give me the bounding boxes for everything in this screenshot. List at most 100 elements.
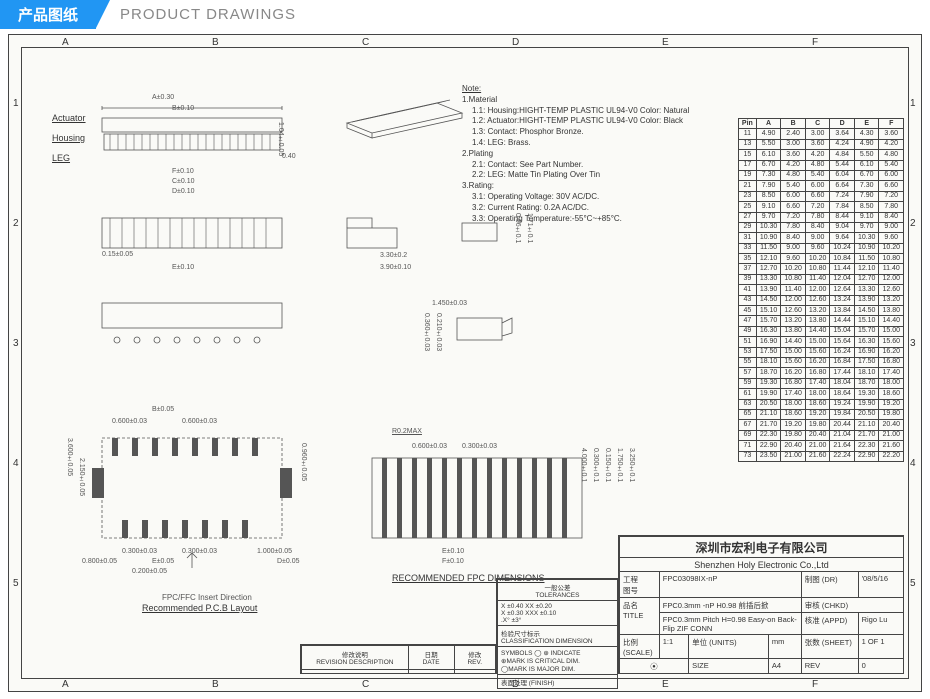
note-m11: 1.1: Housing:HIGHT-TEMP PLASTIC UL94-V0 …: [472, 106, 732, 117]
pin-td: 13.80: [781, 326, 806, 336]
pin-td: 19.90: [854, 399, 879, 409]
tol-head: 一般公差 TOLERANCES: [498, 580, 618, 601]
size-v: A4: [768, 659, 801, 674]
table-row: 3512.109.6010.2010.8411.5010.80: [738, 254, 903, 264]
zone-col: B: [212, 679, 219, 690]
pin-td: 19.24: [830, 399, 855, 409]
scale-l: 比例 (SCALE): [620, 635, 660, 659]
dim-b: B±0.10: [172, 105, 194, 112]
zone-col: E: [662, 37, 669, 48]
pin-td: 19.80: [879, 409, 904, 419]
dim-3250: 3.250±0.1: [628, 448, 635, 482]
pin-td: 10.90: [756, 233, 781, 243]
pin-td: 55: [738, 357, 756, 367]
pin-td: 29: [738, 222, 756, 232]
table-row: 6521.1018.6019.2019.8420.5019.80: [738, 409, 903, 419]
pin-td: 8.44: [830, 212, 855, 222]
pin-td: 13.84: [830, 306, 855, 316]
zone-col: F: [812, 37, 818, 48]
pin-td: 19.84: [830, 409, 855, 419]
zone-row: 3: [13, 338, 19, 349]
pin-td: 25: [738, 202, 756, 212]
pin-td: 13.90: [756, 285, 781, 295]
header-sub-en: PRODUCT DRAWINGS: [120, 6, 296, 23]
pin-td: 16.30: [756, 326, 781, 336]
dim-0210: 0.210±0.03: [435, 313, 442, 351]
pin-td: 8.40: [781, 233, 806, 243]
zone-col: C: [362, 679, 369, 690]
pin-td: 19.30: [854, 389, 879, 399]
pin-td: 5.50: [854, 150, 879, 160]
pin-td: 14.44: [830, 316, 855, 326]
pin-dimension-table: PinABCDEF 114.902.403.003.644.303.60135.…: [738, 118, 904, 462]
pin-td: 5.40: [879, 160, 904, 170]
sheet-v: 1 OF 1: [858, 635, 903, 659]
pin-td: 20.50: [854, 409, 879, 419]
pin-td: 12.60: [879, 285, 904, 295]
dim-a: A±0.30: [152, 94, 174, 101]
date-l: 制图 (DR): [801, 572, 858, 598]
pin-td: 10.80: [781, 274, 806, 284]
pin-td: 9.64: [830, 233, 855, 243]
pin-td: 12.60: [805, 295, 830, 305]
unit-v: mm: [768, 635, 801, 659]
pin-td: 14.50: [756, 295, 781, 305]
rec-pcb: Recommended P.C.B Layout: [142, 603, 257, 613]
table-row: 7122.9020.4021.0021.6422.3021.60: [738, 441, 903, 451]
table-row: 4314.5012.0012.6013.2413.9013.20: [738, 295, 903, 305]
pin-td: 22.20: [879, 451, 904, 461]
table-row: 5718.7016.2016.8017.4418.1017.40: [738, 368, 903, 378]
table-row: 156.103.604.204.845.504.80: [738, 150, 903, 160]
pin-td: 6.70: [756, 160, 781, 170]
pin-td: 61: [738, 389, 756, 399]
tolerance-block: 一般公差 TOLERANCES X ±0.40 XX ±0.20X ±0.30 …: [496, 578, 618, 674]
pin-td: 16.80: [781, 378, 806, 388]
pin-td: 12.60: [781, 306, 806, 316]
pin-td: 14.40: [805, 326, 830, 336]
pin-td: 53: [738, 347, 756, 357]
dim-040: 0.40: [282, 153, 296, 160]
pin-td: 15.70: [854, 326, 879, 336]
pin-td: 11.50: [854, 254, 879, 264]
pin-td: 16.20: [805, 357, 830, 367]
pin-td: 63: [738, 399, 756, 409]
appd-l: 核准 (APPD): [801, 613, 858, 635]
pin-td: 16.90: [756, 337, 781, 347]
pin-td: 15.64: [830, 337, 855, 347]
dim-1750: 1.750±0.1: [616, 448, 623, 482]
pin-td: 9.60: [805, 243, 830, 253]
pin-th: D: [830, 119, 855, 129]
pin-td: 6.60: [879, 181, 904, 191]
drawing-area: /*filled below*/ Actuator: [22, 48, 908, 678]
unit-l: 单位 (UNITS): [689, 635, 769, 659]
table-row: 7323.5021.0021.6022.2422.9022.20: [738, 451, 903, 461]
pin-td: 13.30: [756, 274, 781, 284]
pin-td: 7.20: [879, 191, 904, 201]
dim-1450: 1.450±0.03: [432, 300, 467, 307]
pin-td: 15: [738, 150, 756, 160]
pin-td: 12.04: [830, 274, 855, 284]
pin-th: C: [805, 119, 830, 129]
dim-0150: 0.150±0.1: [604, 448, 611, 482]
pin-td: 71: [738, 441, 756, 451]
appd-v: Rigo Lu: [858, 613, 903, 635]
pin-td: 4.90: [756, 129, 781, 139]
label-leg: LEG: [52, 153, 70, 163]
pin-td: 37: [738, 264, 756, 274]
zone-row: 2: [13, 218, 19, 229]
rev-rev: 修改 REV.: [454, 646, 495, 670]
pin-td: 12.70: [756, 264, 781, 274]
pin-th: B: [781, 119, 806, 129]
pin-td: 4.90: [854, 139, 879, 149]
pin-td: 9.60: [781, 254, 806, 264]
note-p22: 2.2: LEG: Matte Tin Plating Over Tin: [472, 170, 732, 181]
bottom-view: [92, 298, 292, 358]
pin-td: 9.00: [879, 222, 904, 232]
pin-td: 5.44: [830, 160, 855, 170]
table-row: 3712.7010.2010.8011.4412.1011.40: [738, 264, 903, 274]
pin-th: Pin: [738, 119, 756, 129]
sheet-border: /*filled below*/ Actuator: [21, 47, 909, 679]
zone-col: C: [362, 37, 369, 48]
pin-td: 18.00: [781, 399, 806, 409]
pin-td: 59: [738, 378, 756, 388]
